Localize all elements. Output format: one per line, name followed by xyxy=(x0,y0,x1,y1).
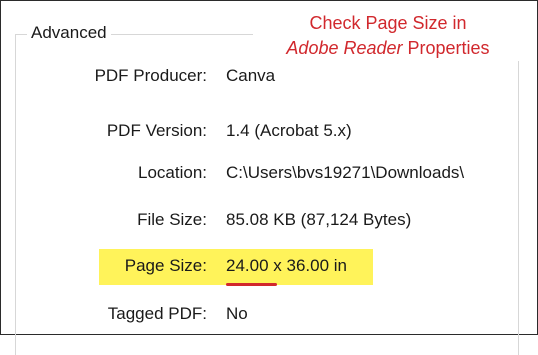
annotation-callout: Check Page Size in Adobe Reader Properti… xyxy=(253,11,523,61)
file-size-value: 85.08 KB (87,124 Bytes) xyxy=(226,210,412,229)
annotation-line-2: Adobe Reader Properties xyxy=(253,36,523,61)
annotation-line-1: Check Page Size in xyxy=(309,13,467,33)
page-size-width: 24.00 xyxy=(226,256,269,275)
page-size-label: Page Size: xyxy=(124,256,207,275)
annotation-properties: Properties xyxy=(402,38,490,58)
document-properties-panel: Advanced Check Page Size in Adobe Reader… xyxy=(0,0,538,355)
page-size-height: x 36.00 in xyxy=(268,256,347,275)
pdf-version-label: PDF Version: xyxy=(106,121,207,140)
page-size-underline-mark xyxy=(226,283,277,286)
property-row-pdf-version: PDF Version: 1.4 (Acrobat 5.x) xyxy=(1,114,537,150)
advanced-group-title: Advanced xyxy=(27,23,111,43)
page-size-value: 24.00 x 36.00 in xyxy=(226,256,347,276)
location-label: Location: xyxy=(138,163,207,182)
annotation-adobe-reader: Adobe Reader xyxy=(286,38,403,58)
property-row-tagged-pdf: Tagged PDF: No xyxy=(1,297,537,333)
file-size-label: File Size: xyxy=(137,210,207,229)
tagged-pdf-label: Tagged PDF: xyxy=(107,304,207,323)
property-row-page-size: Page Size: 24.00 x 36.00 in xyxy=(1,249,537,285)
property-row-pdf-producer: PDF Producer: Canva xyxy=(1,59,537,95)
pdf-producer-value: Canva xyxy=(226,66,276,85)
tagged-pdf-value: No xyxy=(226,304,248,323)
property-row-file-size: File Size: 85.08 KB (87,124 Bytes) xyxy=(1,203,537,239)
pdf-version-value: 1.4 (Acrobat 5.x) xyxy=(226,121,352,140)
pdf-producer-label: PDF Producer: xyxy=(94,66,207,85)
location-value: C:\Users\bvs19271\Downloads\ xyxy=(226,163,465,182)
property-row-location: Location: C:\Users\bvs19271\Downloads\ xyxy=(1,156,537,192)
